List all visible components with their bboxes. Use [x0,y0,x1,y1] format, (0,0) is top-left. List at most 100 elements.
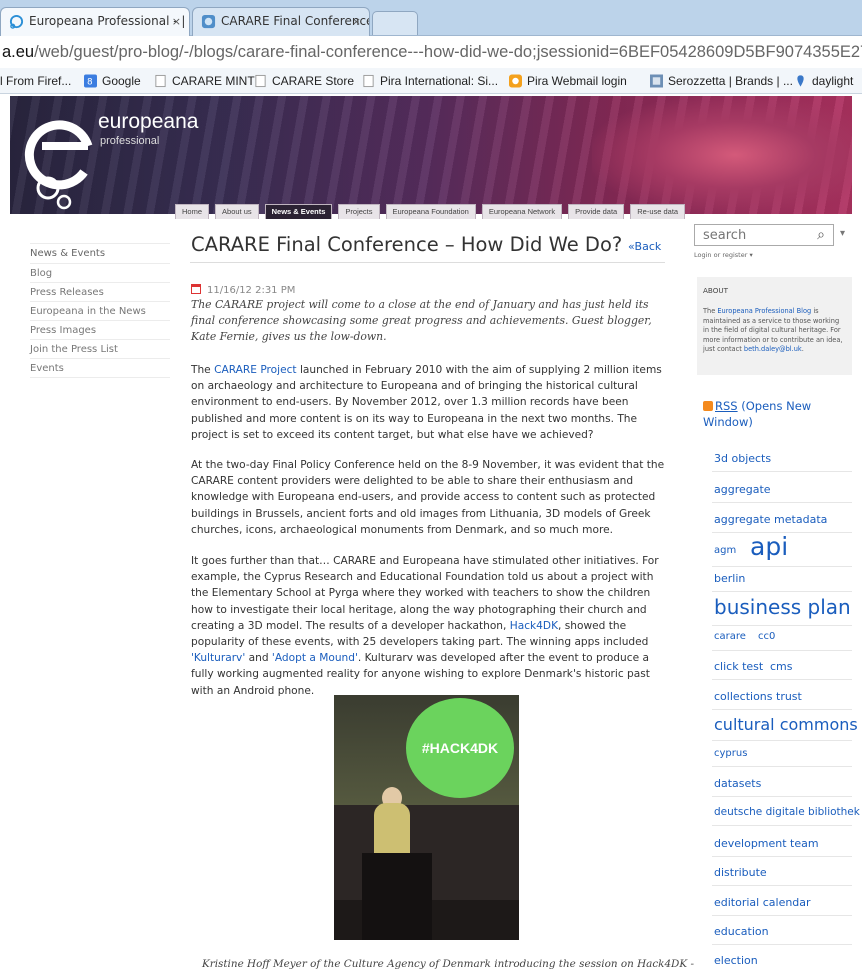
tag-development-team[interactable]: development team [714,837,819,850]
tag-education[interactable]: education [714,925,769,938]
browser-tab-carare[interactable]: CARARE Final Conference × [192,7,370,36]
bookmark-item[interactable]: l From Firef... [0,68,71,93]
text: The [191,364,215,376]
close-icon[interactable]: × [172,8,181,35]
nav-projects[interactable]: Projects [338,204,380,219]
tag-cultural-commons[interactable]: cultural commons [714,715,858,734]
text: . [801,345,804,354]
login-register-link[interactable]: Login or register ▾ [694,251,753,259]
text: The [703,307,718,315]
nav-news-events[interactable]: News & Events [264,204,333,219]
tag-aggregate-metadata[interactable]: aggregate metadata [714,513,827,526]
leftnav-news-events[interactable]: News & Events [30,244,170,264]
podium [362,853,432,940]
new-tab-button[interactable] [372,11,418,35]
bookmark-pira[interactable]: Pira International: Si... [360,68,499,93]
bookmark-pira-webmail[interactable]: Pira Webmail login [507,68,627,93]
bookmark-label: Serozzetta | Brands | ... [668,74,793,88]
back-link[interactable]: «Back [628,240,661,253]
site-banner: europeana professional [10,96,852,214]
section-nav: News & Events Blog Press Releases Europe… [30,243,170,378]
tag-distribute[interactable]: distribute [714,866,767,879]
search-box: ⌕ [694,224,834,246]
tag-aggregate[interactable]: aggregate [714,483,771,496]
about-heading: ABOUT [703,286,729,295]
europeana-favicon-icon [9,14,24,29]
webmail-icon [509,74,522,88]
leftnav-join-press-list[interactable]: Join the Press List [30,340,170,359]
leftnav-press-images[interactable]: Press Images [30,321,170,340]
page-icon [363,74,374,88]
hack4dk-sign: #HACK4DK [406,698,514,798]
adopt-a-mound-link[interactable]: 'Adopt a Mound' [272,652,358,664]
title-divider [190,262,665,263]
hack4dk-link[interactable]: Hack4DK [510,620,558,632]
logo-wordmark: europeana [98,110,199,133]
europeana-logo-icon[interactable] [24,102,104,212]
banner-portrait [592,96,852,214]
tag-carare[interactable]: carare [714,631,746,642]
kulturarv-link[interactable]: 'Kulturarv' [191,652,245,664]
bookmark-serozzetta[interactable]: Serozzetta | Brands | ... [648,68,793,93]
logo-subtitle: professional [100,135,160,147]
rss-link[interactable]: RSS (Opens New Window) [703,398,853,430]
globe-favicon-icon [201,14,216,29]
bookmark-carare-mint[interactable]: CARARE MINT [152,68,255,93]
nav-europeana-foundation[interactable]: Europeana Foundation [385,204,476,219]
tag-collections-trust[interactable]: collections trust [714,690,802,703]
about-panel: ABOUT The Europeana Professional Blog is… [697,277,852,375]
tag-datasets[interactable]: datasets [714,777,761,790]
bookmark-label: Pira International: Si... [380,74,499,88]
tag-cc0[interactable]: cc0 [758,631,775,642]
tag-agm[interactable]: agm [714,545,736,556]
bookmark-carare-store[interactable]: CARARE Store [252,68,355,93]
tag-election[interactable]: election [714,954,758,967]
tab-label: CARARE Final Conference [221,14,370,28]
tag-business-plan[interactable]: business plan [714,595,851,619]
paragraph-3: It goes further than that… CARARE and Eu… [191,553,666,699]
paragraph-2: At the two-day Final Policy Conference h… [191,459,665,536]
google-icon: 8 [84,74,97,88]
page-icon [155,74,166,88]
tag-cms[interactable]: cms [770,660,793,673]
bookmarks-bar: l From Firef... 8 Google CARARE MINT CAR… [0,68,862,94]
search-icon[interactable]: ⌕ [817,227,825,243]
page-icon [255,74,266,88]
nav-about-us[interactable]: About us [215,204,259,219]
nav-provide-data[interactable]: Provide data [568,204,625,219]
text: and [245,652,272,665]
carare-project-link[interactable]: CARARE Project [214,364,297,376]
search-input[interactable] [695,225,805,245]
chevron-down-icon[interactable]: ▾ [840,228,845,239]
leftnav-europeana-in-news[interactable]: Europeana in the News [30,302,170,321]
bookmark-label: CARARE Store [272,74,355,88]
tag-berlin[interactable]: berlin [714,572,745,585]
bookmark-label: CARARE MINT [172,74,255,88]
tag-api[interactable]: api [750,532,788,561]
tag-click-test[interactable]: click test [714,660,763,673]
nav-reuse-data[interactable]: Re-use data [630,204,686,219]
nav-home[interactable]: Home [175,204,210,219]
leftnav-blog[interactable]: Blog [30,264,170,283]
leftnav-events[interactable]: Events [30,359,170,378]
nav-europeana-network[interactable]: Europeana Network [481,204,563,219]
calendar-icon [191,284,201,294]
rss-label: RSS [715,399,738,413]
tag-3d-objects[interactable]: 3d objects [714,452,771,465]
tag-editorial-calendar[interactable]: editorial calendar [714,896,811,909]
address-bar[interactable]: a.eu/web/guest/pro-blog/-/blogs/carare-f… [0,36,862,68]
browser-tab-europeana[interactable]: Europeana Professional - | × [0,7,190,36]
bookmark-daylight[interactable]: daylight [792,68,853,93]
svg-text:8: 8 [87,77,92,87]
tag-deutsche-digitale-bibliothek[interactable]: deutsche digitale bibliothek [714,806,860,818]
pro-blog-link[interactable]: Europeana Professional Blog [717,307,811,315]
tag-cyprus[interactable]: cyprus [714,748,747,759]
bookmark-google[interactable]: 8 Google [82,68,141,93]
post-intro: The CARARE project will come to a close … [191,298,652,344]
contact-email-link[interactable]: beth.daley@bl.uk [744,345,802,353]
close-icon[interactable]: × [352,8,361,35]
main-nav: Home About us News & Events Projects Europea… [175,199,691,219]
leftnav-press-releases[interactable]: Press Releases [30,283,170,302]
bookmark-label: Google [102,74,141,88]
post-date-text: 11/16/12 2:31 PM [207,285,296,296]
